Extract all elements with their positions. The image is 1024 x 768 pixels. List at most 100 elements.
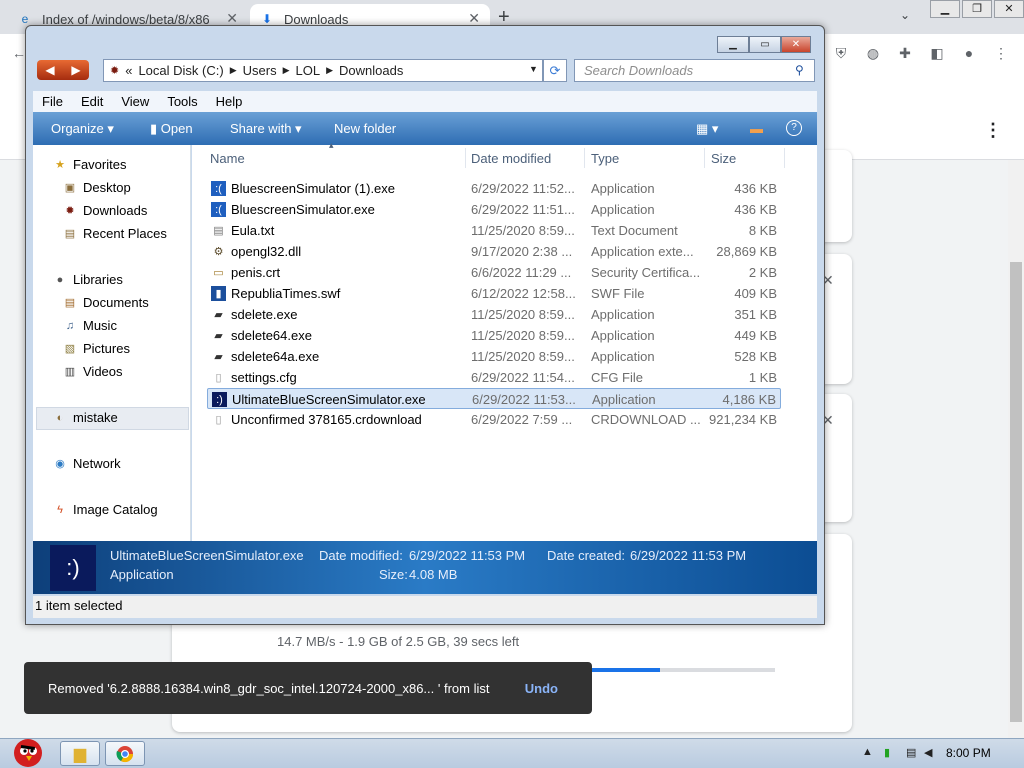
file-row[interactable]: ▭ penis.crt 6/6/2022 11:29 ... Security … [207, 262, 781, 283]
file-row[interactable]: ⚙ opengl32.dll 9/17/2020 2:38 ... Applic… [207, 241, 781, 262]
file-row[interactable]: ▤ Eula.txt 11/25/2020 8:59... Text Docum… [207, 220, 781, 241]
minimize-button[interactable]: ▁ [717, 36, 749, 53]
file-date: 11/25/2020 8:59... [471, 223, 575, 238]
file-row[interactable]: ▯ Unconfirmed 378165.crdownload 6/29/202… [207, 409, 781, 430]
open-button[interactable]: ▮ Open [150, 121, 193, 137]
file-size: 409 KB [734, 286, 777, 301]
file-date: 11/25/2020 8:59... [471, 307, 575, 322]
tab-search-chevron-icon[interactable]: ⌄ [900, 8, 910, 22]
menu-tools[interactable]: Tools [158, 94, 206, 109]
address-bar[interactable]: ✹ « Local Disk (C:) ▶ Users ▶ LOL ▶ Down… [103, 59, 543, 82]
nav-favorites[interactable]: ★ Favorites [52, 157, 126, 172]
nav-recent-places[interactable]: ▤ Recent Places [62, 226, 167, 241]
view-options-icon[interactable]: ▦ ▾ [696, 121, 718, 137]
file-row[interactable]: :( BluescreenSimulator.exe 6/29/2022 11:… [207, 199, 781, 220]
breadcrumb-users[interactable]: Users [243, 63, 277, 78]
organize-label: Organize [51, 121, 104, 136]
start-button[interactable] [2, 730, 50, 768]
downloads-more-menu-icon[interactable]: ⋮ [984, 120, 1002, 141]
nav-label: Videos [83, 364, 123, 379]
undo-button[interactable]: Undo [525, 681, 558, 696]
ublock-extension-icon[interactable]: ⛨ [832, 44, 850, 62]
column-divider[interactable] [704, 148, 705, 168]
battery-icon[interactable]: ▮ [884, 746, 890, 759]
file-date: 6/29/2022 7:59 ... [471, 412, 573, 427]
column-divider[interactable] [465, 148, 466, 168]
column-divider[interactable] [784, 148, 785, 168]
help-icon[interactable]: ? [786, 120, 802, 136]
nav-network[interactable]: ◉ Network [52, 456, 121, 471]
taskbar-explorer-button[interactable]: ▆ [60, 741, 100, 766]
column-name[interactable]: Name [210, 151, 245, 166]
breadcrumb-lol[interactable]: LOL [296, 63, 321, 78]
network-tray-icon[interactable]: ▤ [906, 746, 916, 759]
flag-extension-icon[interactable]: ◍ [864, 44, 882, 62]
nav-image-catalog[interactable]: ϟ Image Catalog [52, 502, 157, 517]
volume-icon[interactable]: ◀ [924, 746, 932, 759]
chrome-menu-icon[interactable]: ⋮ [992, 44, 1010, 62]
taskbar-chrome-button[interactable] [105, 741, 145, 766]
menu-file[interactable]: File [33, 94, 72, 109]
back-icon[interactable]: ◀ [45, 63, 54, 77]
breadcrumb-separator-icon[interactable]: ▶ [326, 65, 333, 76]
breadcrumb-separator-icon[interactable]: ▶ [283, 65, 290, 76]
new-folder-button[interactable]: New folder [334, 121, 396, 136]
search-icon[interactable]: ⚲ [795, 63, 804, 77]
organize-button[interactable]: Organize ▾ [51, 121, 114, 137]
profile-avatar-icon[interactable]: ● [960, 44, 978, 62]
close-button[interactable]: ✕ [781, 36, 811, 53]
breadcrumb-local-disk[interactable]: Local Disk (C:) [138, 63, 223, 78]
nav-homegroup[interactable]: ◐ mistake [52, 410, 118, 425]
column-date-modified[interactable]: Date modified [471, 151, 551, 166]
nav-libraries[interactable]: ● Libraries [52, 272, 123, 287]
browser-close-button[interactable]: ✕ [994, 0, 1024, 18]
page-scroll-thumb[interactable] [1010, 262, 1022, 722]
column-size[interactable]: Size [711, 151, 736, 166]
file-row-selected[interactable]: :) UltimateBlueScreenSimulator.exe 6/29/… [207, 388, 781, 409]
file-row[interactable]: ▰ sdelete.exe 11/25/2020 8:59... Applica… [207, 304, 781, 325]
file-type: Application exte... [591, 244, 694, 259]
extensions-puzzle-icon[interactable]: ✚ [896, 44, 914, 62]
nav-pictures[interactable]: ▧ Pictures [62, 341, 130, 356]
column-type[interactable]: Type [591, 151, 619, 166]
nav-music[interactable]: ♫ Music [62, 318, 117, 333]
nav-documents[interactable]: ▤ Documents [62, 295, 149, 310]
address-dropdown-icon[interactable]: ▼ [529, 64, 538, 74]
back-forward-buttons[interactable]: ◀ ▶ [37, 60, 89, 80]
menu-help[interactable]: Help [207, 94, 252, 109]
menu-view[interactable]: View [112, 94, 158, 109]
tray-expand-icon[interactable]: ▲ [862, 746, 873, 758]
download-progress-text: 14.7 MB/s - 1.9 GB of 2.5 GB, 39 secs le… [277, 634, 520, 649]
breadcrumb-downloads[interactable]: Downloads [339, 63, 403, 78]
maximize-button[interactable]: ▭ [749, 36, 781, 53]
forward-icon[interactable]: ▶ [71, 63, 80, 77]
file-size: 8 KB [748, 223, 777, 238]
file-type: Security Certifica... [591, 265, 701, 280]
refresh-button[interactable]: ⟳ [543, 59, 567, 82]
file-type: Application [591, 181, 655, 196]
file-row[interactable]: :( BluescreenSimulator (1).exe 6/29/2022… [207, 178, 781, 199]
taskbar-clock[interactable]: 8:00 PM [946, 746, 991, 760]
breadcrumb-overflow[interactable]: « [125, 63, 132, 78]
star-icon: ★ [55, 159, 65, 171]
nav-desktop[interactable]: ▣ Desktop [62, 180, 131, 195]
file-row[interactable]: ▯ settings.cfg 6/29/2022 11:54... CFG Fi… [207, 367, 781, 388]
file-name: RepubliaTimes.swf [231, 286, 341, 301]
share-with-button[interactable]: Share with ▾ [230, 121, 302, 137]
breadcrumb-separator-icon[interactable]: ▶ [230, 65, 237, 76]
side-panel-icon[interactable]: ◧ [928, 44, 946, 62]
file-row[interactable]: ▰ sdelete64a.exe 11/25/2020 8:59... Appl… [207, 346, 781, 367]
menu-edit[interactable]: Edit [72, 94, 112, 109]
preview-pane-icon[interactable]: ▬ [750, 121, 763, 136]
nav-videos[interactable]: ▥ Videos [62, 364, 123, 379]
browser-minimize-button[interactable]: ▁ [930, 0, 960, 18]
file-row[interactable]: ▮ RepubliaTimes.swf 6/12/2022 12:58... S… [207, 283, 781, 304]
documents-icon: ▤ [64, 297, 76, 309]
search-input[interactable]: Search Downloads [574, 59, 815, 82]
file-name: Unconfirmed 378165.crdownload [231, 412, 422, 427]
browser-maximize-button[interactable]: ❐ [962, 0, 992, 18]
file-date: 6/29/2022 11:52... [471, 181, 575, 196]
column-divider[interactable] [584, 148, 585, 168]
file-row[interactable]: ▰ sdelete64.exe 11/25/2020 8:59... Appli… [207, 325, 781, 346]
nav-downloads[interactable]: ✹ Downloads [62, 203, 147, 218]
